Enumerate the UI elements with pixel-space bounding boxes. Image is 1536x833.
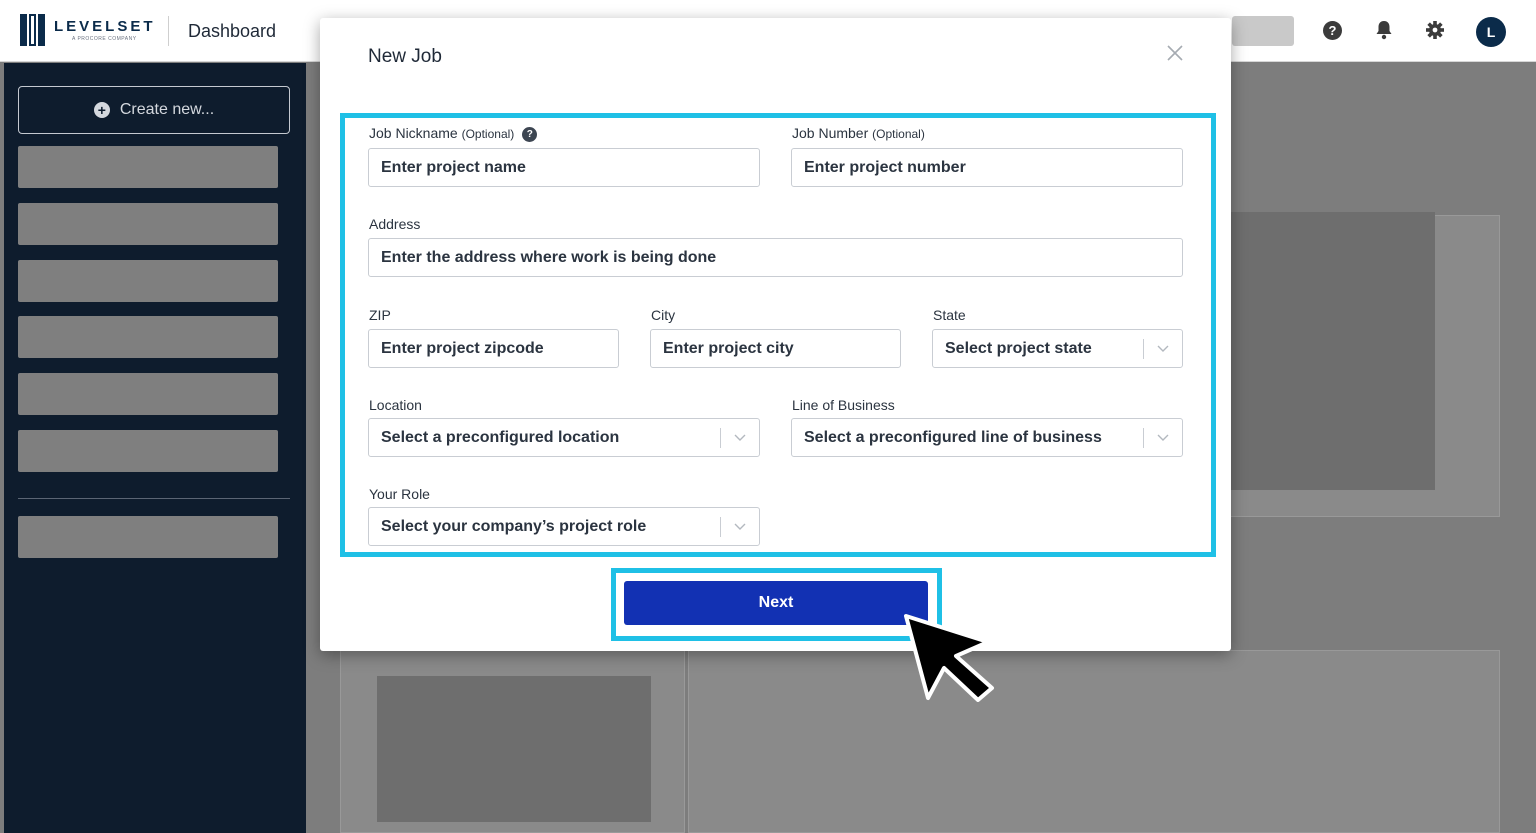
gear-icon[interactable]: [1425, 20, 1445, 40]
chevron-down-icon[interactable]: [1144, 418, 1182, 457]
background-image-placeholder: [1220, 212, 1435, 490]
help-icon[interactable]: ?: [1323, 21, 1342, 40]
create-new-label: Create new...: [119, 101, 215, 118]
sidebar-item[interactable]: [18, 430, 278, 472]
header-divider: [168, 16, 169, 46]
your-role-label: Your Role: [369, 486, 430, 502]
state-label: State: [933, 307, 966, 323]
sidebar-item[interactable]: [18, 373, 278, 415]
plus-circle-icon: +: [93, 102, 110, 118]
job-nickname-label: Job Nickname (Optional)?: [369, 125, 538, 142]
search-placeholder[interactable]: [1232, 16, 1294, 46]
sidebar-divider: [18, 498, 290, 499]
state-select[interactable]: Select project state: [932, 329, 1183, 368]
zip-input[interactable]: [368, 329, 619, 368]
location-select-value: Select a preconfigured location: [381, 428, 620, 446]
close-icon[interactable]: [1166, 44, 1184, 62]
city-input[interactable]: [650, 329, 901, 368]
job-number-label-text: Job Number: [792, 125, 869, 141]
logo-subtext: A PROCORE COMPANY: [72, 35, 137, 42]
job-number-input[interactable]: [791, 148, 1183, 187]
line-of-business-select-value: Select a preconfigured line of business: [804, 428, 1102, 446]
next-button[interactable]: Next: [624, 581, 928, 625]
address-input[interactable]: [368, 238, 1183, 277]
location-select[interactable]: Select a preconfigured location: [368, 418, 760, 457]
logo-text: LEVELSET A PROCORE COMPANY: [54, 18, 156, 43]
page-title: Dashboard: [188, 21, 277, 41]
job-number-label: Job Number (Optional): [792, 125, 925, 141]
sidebar-item[interactable]: [18, 203, 278, 245]
job-nickname-label-text: Job Nickname: [369, 125, 458, 141]
chevron-down-icon[interactable]: [1144, 329, 1182, 368]
your-role-select[interactable]: Select your company’s project role: [368, 507, 760, 546]
city-label: City: [651, 307, 676, 323]
address-label: Address: [369, 216, 421, 232]
chevron-down-icon[interactable]: [721, 507, 759, 546]
sidebar-item[interactable]: [18, 516, 278, 558]
background-card: [688, 650, 1500, 833]
levelset-logo[interactable]: LEVELSET A PROCORE COMPANY: [20, 14, 156, 46]
line-of-business-label: Line of Business: [792, 397, 895, 413]
background-image-placeholder: [377, 676, 651, 822]
state-select-value: Select project state: [945, 339, 1092, 357]
info-icon[interactable]: ?: [522, 127, 538, 142]
zip-label: ZIP: [369, 307, 391, 323]
bell-icon[interactable]: [1374, 20, 1394, 40]
location-label: Location: [369, 397, 422, 413]
your-role-select-value: Select your company’s project role: [381, 517, 647, 535]
sidebar-item[interactable]: [18, 146, 278, 188]
sidebar-item[interactable]: [18, 316, 278, 358]
line-of-business-select[interactable]: Select a preconfigured line of business: [791, 418, 1183, 457]
sidebar: + Create new...: [4, 63, 306, 833]
job-nickname-input[interactable]: [368, 148, 760, 187]
mouse-cursor-icon: [900, 612, 998, 702]
new-job-modal: New Job Job Nickname (Optional)? Job Num…: [320, 18, 1231, 651]
logo-mark-icon: [20, 14, 46, 46]
create-new-button[interactable]: + Create new...: [18, 86, 290, 134]
sidebar-item[interactable]: [18, 260, 278, 302]
optional-hint: (Optional): [872, 127, 925, 141]
logo-word: LEVELSET: [54, 17, 156, 35]
avatar[interactable]: L: [1476, 17, 1506, 47]
modal-title: New Job: [368, 46, 442, 67]
chevron-down-icon[interactable]: [721, 418, 759, 457]
optional-hint: (Optional): [461, 127, 515, 141]
